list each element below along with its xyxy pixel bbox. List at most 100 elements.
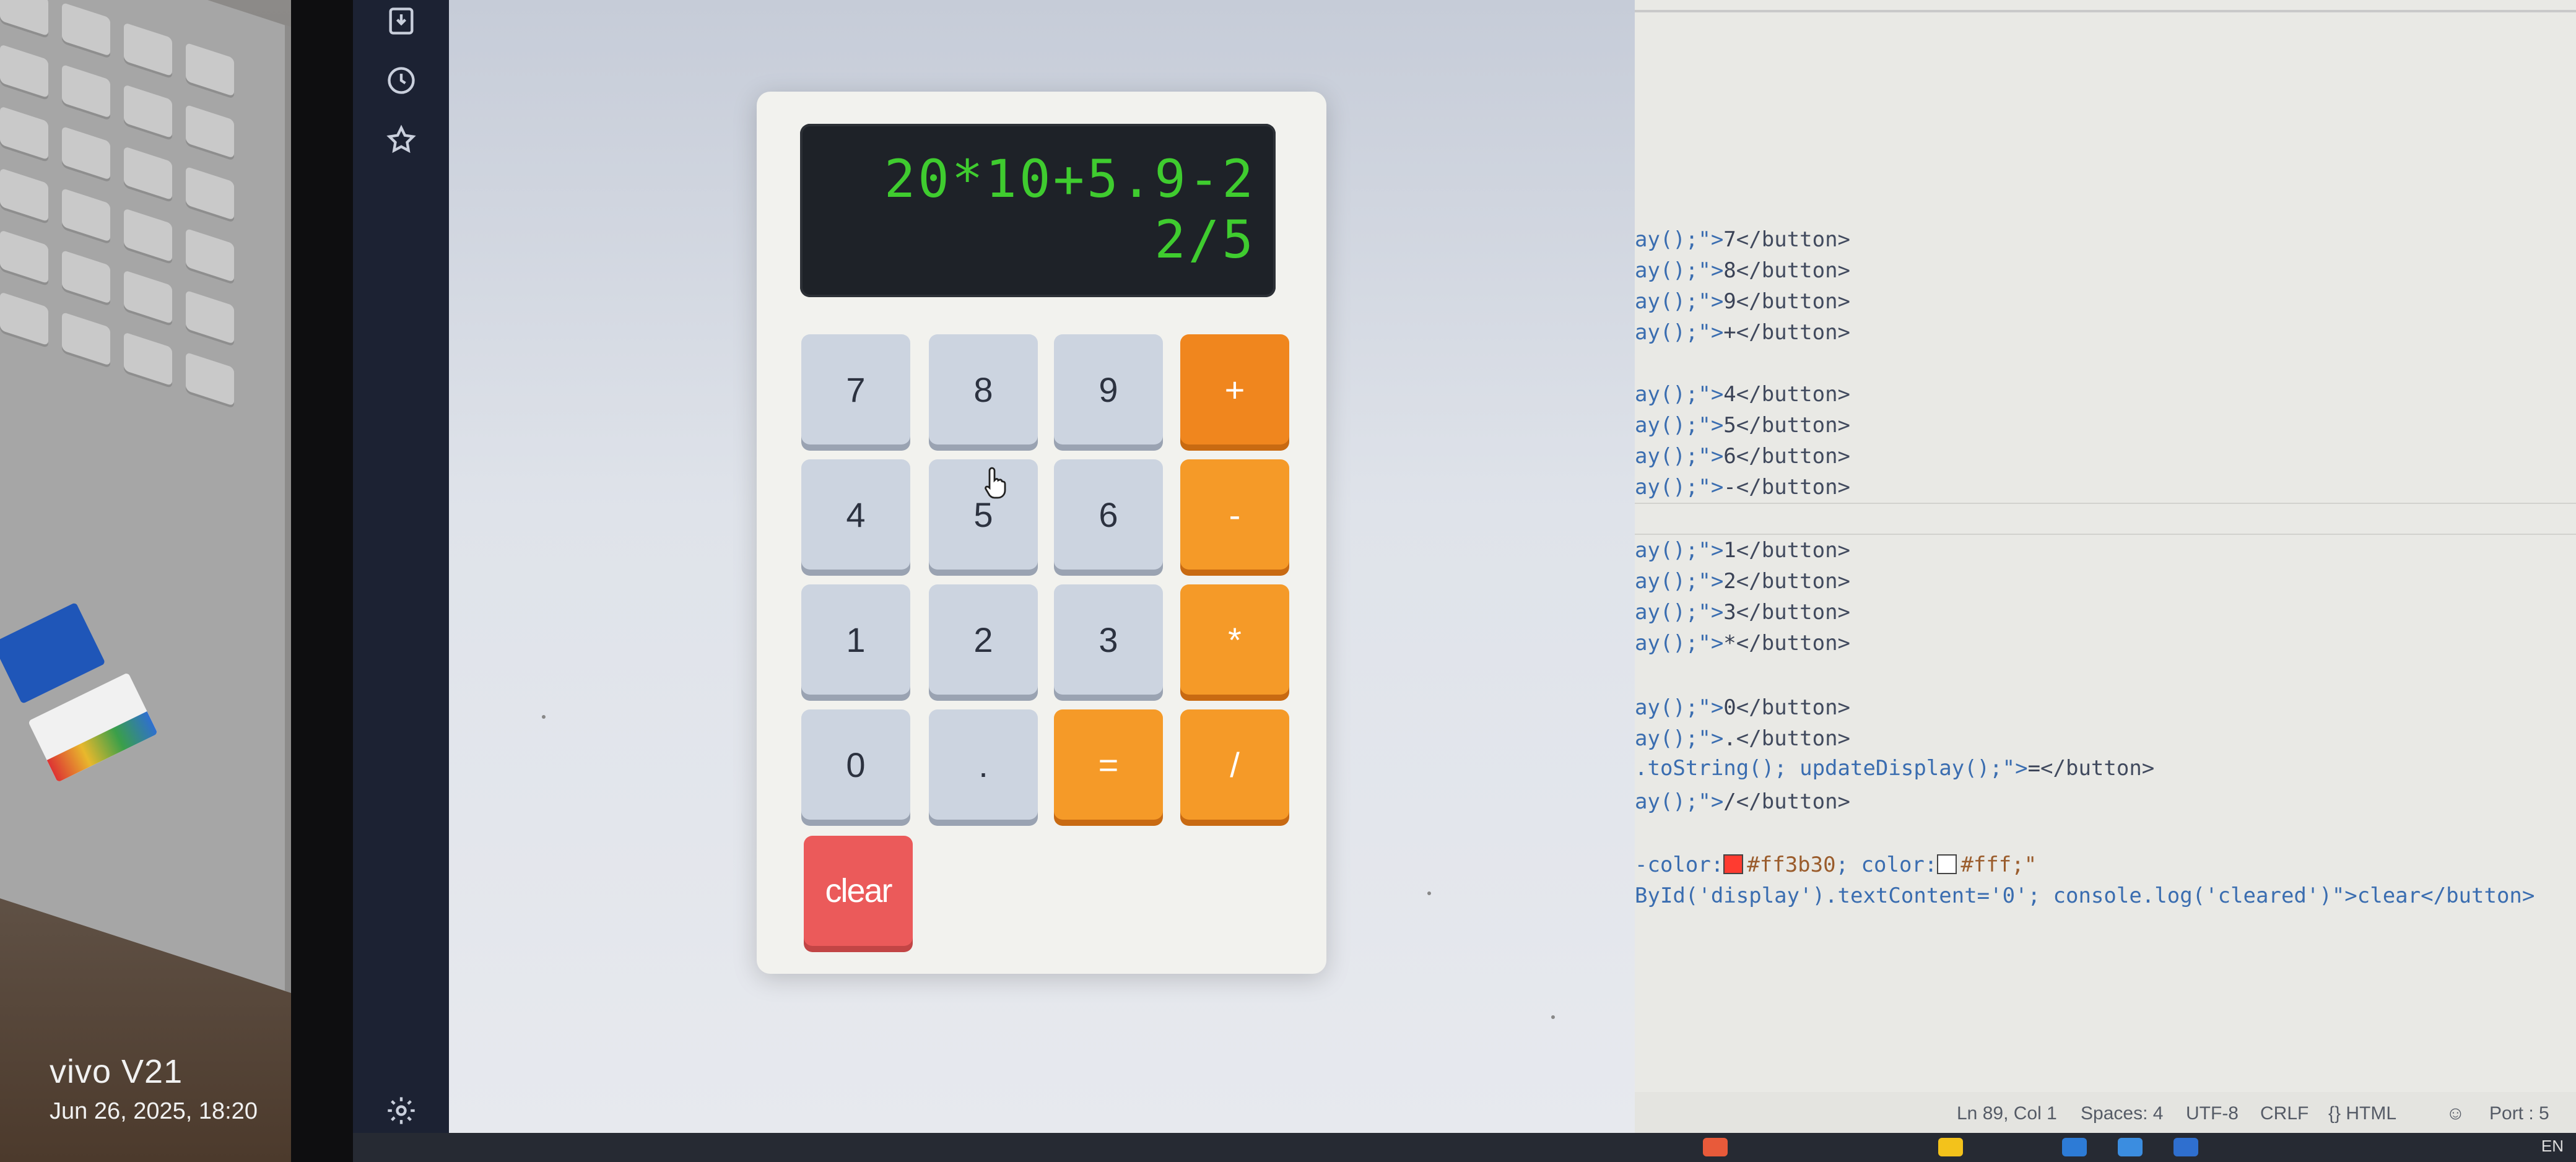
code-token: ay();">: [1635, 695, 1724, 720]
code-token: ay();">: [1635, 413, 1724, 438]
taskbar-app-icon[interactable]: [2174, 1138, 2198, 1156]
key-9[interactable]: 9: [1054, 334, 1163, 444]
keyboard-key: [186, 104, 234, 158]
color-swatch-icon: [1937, 854, 1957, 874]
code-line[interactable]: ay();">8</button>: [1635, 255, 1850, 286]
clear-button[interactable]: clear: [804, 836, 913, 946]
dust-speck: [1551, 1015, 1555, 1019]
code-token: ay();">: [1635, 569, 1724, 594]
code-line[interactable]: ay();">-</button>: [1635, 472, 1850, 503]
code-line[interactable]: ay();">6</button>: [1635, 441, 1850, 472]
key-4[interactable]: 4: [801, 459, 910, 570]
code-token: </button>: [2040, 756, 2155, 781]
save-download-icon[interactable]: [385, 5, 417, 37]
code-token: -: [1723, 475, 1736, 500]
code-line[interactable]: ay();">+</button>: [1635, 317, 1850, 348]
key-7[interactable]: 7: [801, 334, 910, 444]
key-8[interactable]: 8: [929, 334, 1038, 444]
keyboard-key: [124, 22, 172, 77]
code-line[interactable]: ay();">3</button>: [1635, 597, 1850, 628]
copilot-icon[interactable]: ☺: [2446, 1103, 2465, 1124]
settings-gear-icon[interactable]: [385, 1095, 417, 1127]
code-token: </button>: [1736, 569, 1851, 594]
key-6[interactable]: 6: [1054, 459, 1163, 570]
code-token: </button>: [1736, 631, 1851, 656]
taskbar-app-icon[interactable]: [1938, 1138, 1963, 1156]
editor-tab-divider: [1635, 10, 2576, 12]
code-token: ay();">: [1635, 475, 1724, 500]
code-line[interactable]: ay();">5</button>: [1635, 410, 1850, 441]
code-line[interactable]: ById('display').textContent='0'; console…: [1635, 880, 2535, 911]
code-token: </button>: [1736, 475, 1851, 500]
key-3[interactable]: 3: [1054, 584, 1163, 695]
code-token: </button>: [1736, 695, 1851, 720]
code-token: ; color:: [1835, 852, 1938, 877]
key-minus[interactable]: -: [1180, 459, 1289, 570]
code-token: 2: [1723, 569, 1736, 594]
code-token: ay();">: [1635, 444, 1724, 469]
camera-model: vivo V21: [50, 1053, 183, 1090]
code-line[interactable]: .toString(); updateDisplay();">=</button…: [1635, 753, 2154, 784]
status-encoding[interactable]: UTF-8: [2186, 1103, 2239, 1124]
keyboard-key: [124, 332, 172, 386]
key-divide[interactable]: /: [1180, 709, 1289, 820]
key-plus[interactable]: +: [1180, 334, 1289, 444]
code-token: ay();">: [1635, 538, 1724, 563]
code-line[interactable]: ay();">1</button>: [1635, 535, 1850, 566]
code-line[interactable]: -color: #ff3b30; color: #fff;": [1635, 849, 2037, 880]
code-token: ay();">: [1635, 289, 1724, 314]
keyboard-key: [124, 84, 172, 139]
keyboard-key: [62, 126, 110, 180]
code-line[interactable]: ay();">9</button>: [1635, 286, 1850, 317]
status-language[interactable]: {} HTML: [2328, 1103, 2396, 1124]
key-1[interactable]: 1: [801, 584, 910, 695]
code-token: 0: [1723, 695, 1736, 720]
history-clock-icon[interactable]: [385, 64, 417, 97]
code-token: </button>: [1736, 726, 1851, 751]
taskbar-app-icon[interactable]: [2062, 1138, 2087, 1156]
code-token: 7: [1723, 227, 1736, 252]
keyboard-key: [186, 228, 234, 282]
key-equals[interactable]: =: [1054, 709, 1163, 820]
taskbar-app-icon[interactable]: [1703, 1138, 1728, 1156]
key-multiply[interactable]: *: [1180, 584, 1289, 695]
code-token: /: [1723, 789, 1736, 814]
code-editor: ay();">7</button> ay();">8</button> ay()…: [1635, 0, 2576, 1133]
keyboard-key: [0, 44, 48, 98]
key-0[interactable]: 0: [801, 709, 910, 820]
code-line[interactable]: ay();">4</button>: [1635, 379, 1850, 410]
code-token: 4: [1723, 382, 1736, 407]
keyboard-key: [0, 292, 48, 346]
code-line[interactable]: ay();">0</button>: [1635, 692, 1850, 723]
code-line[interactable]: ay();">*</button>: [1635, 628, 1850, 659]
code-line[interactable]: ay();">7</button>: [1635, 224, 1850, 255]
code-token: </button>: [1736, 444, 1851, 469]
code-token: ay();">: [1635, 726, 1724, 751]
status-port[interactable]: Port : 5: [2489, 1103, 2549, 1124]
key-2[interactable]: 2: [929, 584, 1038, 695]
editor-status-bar: Ln 89, Col 1 Spaces: 4 UTF-8 CRLF {} HTM…: [1635, 1092, 2576, 1133]
code-token: </button>: [1736, 289, 1851, 314]
calculator: 20*10+5.9-22/5 7 8 9 + 4 5 6 - 1 2 3 * 0…: [757, 92, 1326, 974]
keyboard-key: [0, 230, 48, 284]
keyboard-key: [62, 311, 110, 366]
code-token: </button>: [1736, 258, 1851, 283]
code-token: </button>: [1736, 600, 1851, 625]
code-token: </button>: [1736, 382, 1851, 407]
taskbar-app-icon[interactable]: [2118, 1138, 2143, 1156]
code-line[interactable]: ay();">.</button>: [1635, 723, 1850, 754]
code-token: </button>: [1736, 789, 1851, 814]
language-indicator[interactable]: EN: [2541, 1137, 2564, 1156]
code-line[interactable]: ay();">/</button>: [1635, 786, 1850, 817]
star-icon[interactable]: [385, 124, 417, 156]
code-line[interactable]: ay();">2</button>: [1635, 566, 1850, 597]
keyboard-key: [186, 166, 234, 220]
status-cursor-position[interactable]: Ln 89, Col 1: [1957, 1103, 2057, 1124]
status-eol[interactable]: CRLF: [2260, 1103, 2308, 1124]
code-token: ay();">: [1635, 600, 1724, 625]
status-indentation[interactable]: Spaces: 4: [2081, 1103, 2163, 1124]
camera-datetime: Jun 26, 2025, 18:20: [50, 1098, 258, 1124]
key-decimal[interactable]: .: [929, 709, 1038, 820]
keyboard-key: [124, 208, 172, 262]
dust-speck: [542, 715, 546, 719]
